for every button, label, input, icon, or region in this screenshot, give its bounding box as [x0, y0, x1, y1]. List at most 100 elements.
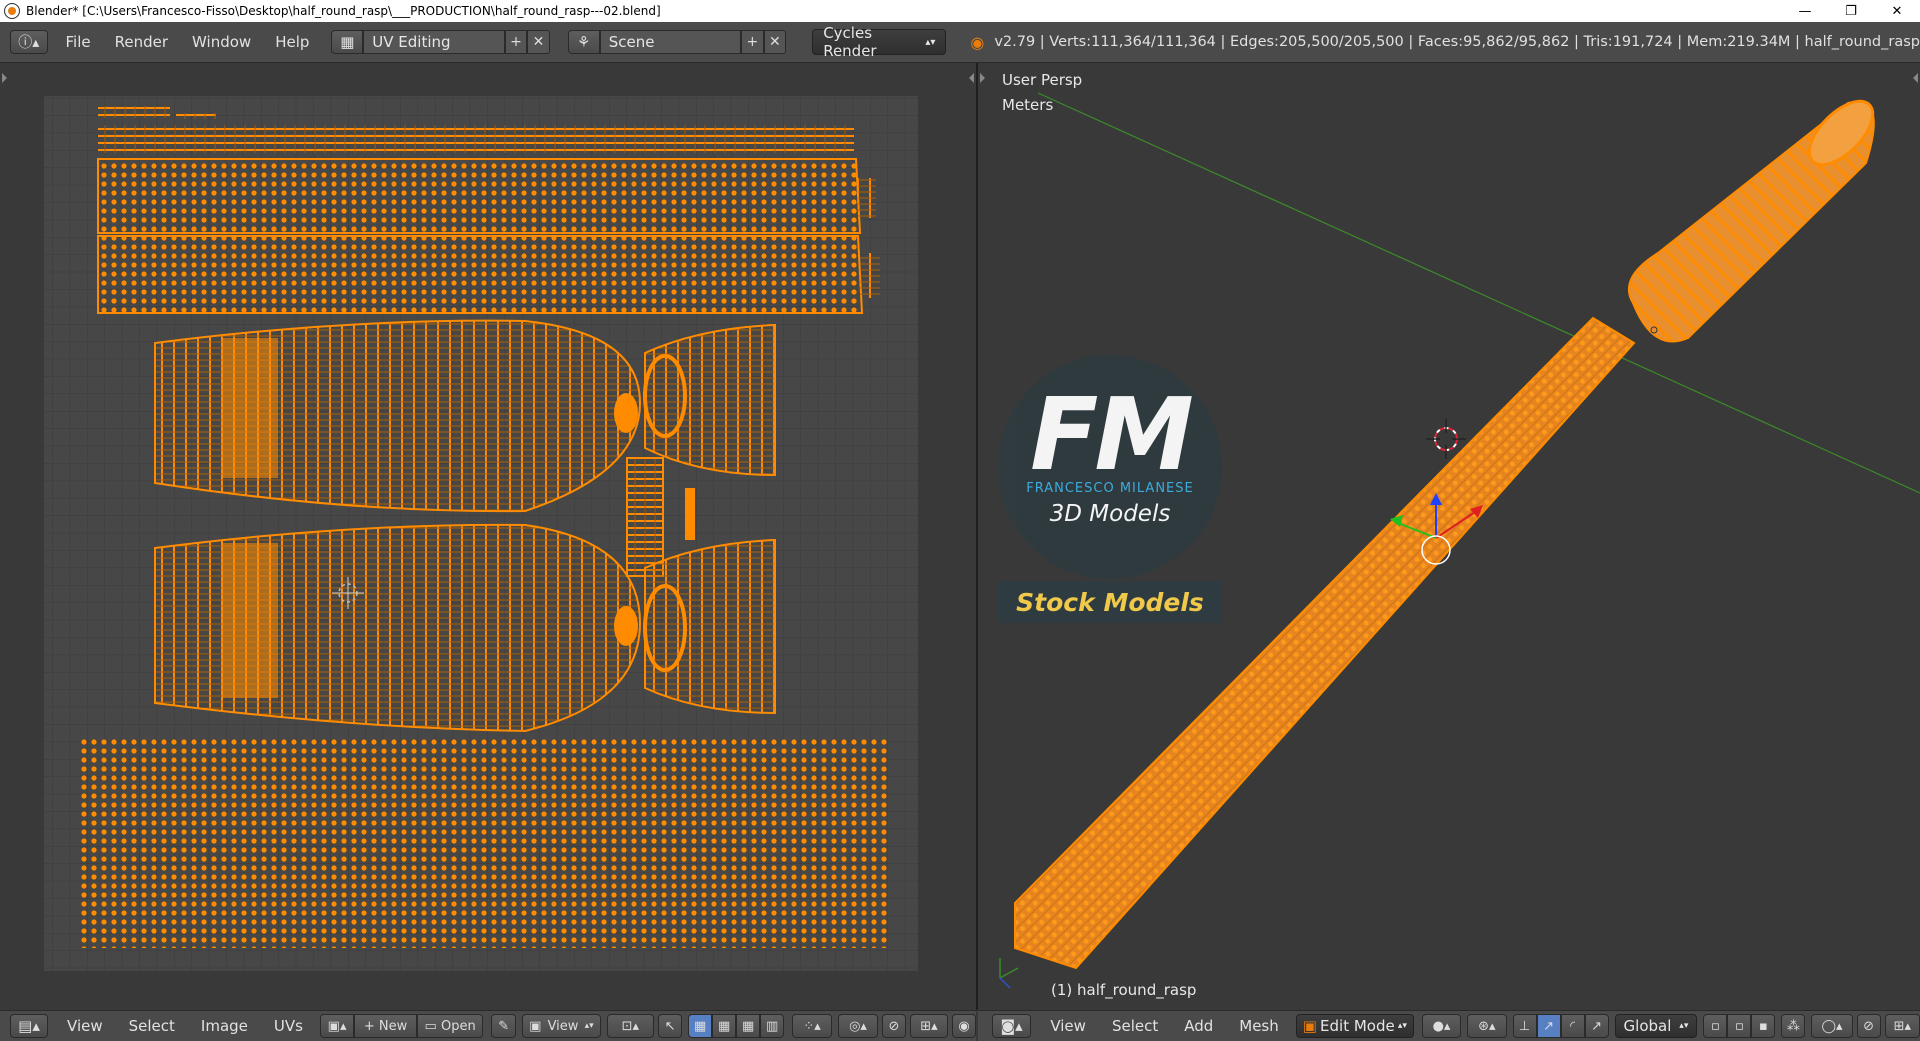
uv-island — [176, 113, 216, 119]
image-browse-button[interactable]: ▣▴ — [319, 1014, 355, 1038]
menu-help[interactable]: Help — [263, 22, 321, 62]
layout-grid-icon: ▦ — [340, 33, 355, 51]
uv-island — [222, 338, 278, 478]
uv-view-mode-dropdown[interactable]: ▣ View ▴▾ — [522, 1014, 601, 1038]
pivot-point-dropdown[interactable]: ⊛▴ — [1467, 1014, 1507, 1038]
3d-viewport[interactable]: FM FRANCESCO MILANESE 3D Models Stock Mo… — [978, 63, 1920, 1010]
sync-selection-button[interactable]: ↖ — [658, 1014, 683, 1038]
uv-canvas[interactable] — [0, 63, 976, 1010]
region-toggle-right[interactable] — [1908, 73, 1918, 83]
screen-layout-name: UV Editing — [372, 33, 451, 51]
info-icon: ⓘ▴ — [18, 35, 40, 51]
pin-button[interactable]: ✎ — [491, 1014, 517, 1038]
sticky-mode-dropdown[interactable]: ⁘▴ — [792, 1014, 833, 1038]
island-select-button[interactable]: ▥ — [760, 1014, 785, 1038]
snap-element-dropdown[interactable]: ⊞▴ — [909, 1014, 948, 1038]
editor-type-uv-button[interactable]: ▤▴ — [10, 1014, 49, 1038]
uv-image-editor[interactable] — [0, 63, 976, 1010]
face-select-icon: ▪ — [1758, 1018, 1768, 1034]
delete-scene-button[interactable]: ✕ — [763, 30, 787, 54]
transform-orientation-dropdown[interactable]: Global ▴▾ — [1614, 1014, 1698, 1038]
menu-window[interactable]: Window — [180, 22, 263, 62]
proportional-edit-dropdown[interactable]: ◯▴ — [1811, 1014, 1853, 1038]
updown-arrow-icon: ▴▾ — [1397, 1021, 1407, 1031]
updown-arrow-icon: ▴▾ — [925, 36, 936, 48]
menu-render[interactable]: Render — [103, 22, 180, 62]
rotate-manipulator-button[interactable]: ◜ — [1560, 1014, 1585, 1038]
close-button[interactable]: ✕ — [1874, 0, 1920, 22]
vertex-select-mode-button[interactable]: ▫ — [1703, 1014, 1728, 1038]
render-engine-dropdown[interactable]: Cycles Render ▴▾ — [812, 24, 947, 60]
edge-select-mode-button[interactable]: ▫ — [1727, 1014, 1752, 1038]
open-image-button[interactable]: ▭ Open — [416, 1014, 484, 1038]
window-title: Blender* [C:\Users\Francesco-Fisso\Deskt… — [26, 4, 661, 18]
add-screen-button[interactable]: + — [504, 30, 528, 54]
proportional-edit-dropdown[interactable]: ◎▴ — [838, 1014, 878, 1038]
face-select-icon: ▦ — [741, 1018, 755, 1034]
viewport-menu-add[interactable]: Add — [1171, 1017, 1226, 1035]
translate-manipulator-button[interactable]: ↗ — [1536, 1014, 1561, 1038]
uv-view-mode-label: View — [547, 1018, 579, 1034]
uv-menu-select[interactable]: Select — [116, 1017, 188, 1035]
shading-dropdown[interactable]: ●▴ — [1421, 1014, 1462, 1038]
uv-menu-view[interactable]: View — [54, 1017, 116, 1035]
viewport-menu-mesh[interactable]: Mesh — [1226, 1017, 1292, 1035]
new-image-button[interactable]: + New — [354, 1014, 417, 1038]
island-select-icon: ▥ — [765, 1018, 779, 1034]
uv-editor-header: ▤▴ View Select Image UVs ▣▴ + New ▭ Open… — [0, 1010, 976, 1041]
watermark-brand: FRANCESCO MILANESE — [1026, 481, 1194, 496]
uv-more-button[interactable]: ◉ — [952, 1014, 976, 1038]
uv-island — [858, 178, 876, 218]
uv-island — [222, 543, 278, 698]
x-icon: ✕ — [769, 34, 781, 50]
blender-logo-icon — [4, 3, 20, 19]
editor-type-info-button[interactable]: ⓘ▴ — [10, 30, 48, 54]
uv-menu-uvs[interactable]: UVs — [261, 1017, 316, 1035]
region-toggle-left[interactable] — [2, 73, 12, 83]
render-engine-label: Cycles Render — [823, 24, 877, 60]
snap-toggle-button[interactable]: ⊘ — [1856, 1014, 1881, 1038]
updown-arrow-icon: ▴▾ — [584, 1021, 594, 1031]
face-select-mode-button[interactable]: ▪ — [1751, 1014, 1776, 1038]
cube-icon: ◙▴ — [1000, 1017, 1023, 1035]
scene-stats: v2.79 | Verts:111,364/111,364 | Edges:20… — [994, 34, 1920, 50]
scale-manipulator-button[interactable]: ↗ — [1584, 1014, 1609, 1038]
menu-file[interactable]: File — [54, 22, 103, 62]
uv-menu-image[interactable]: Image — [188, 1017, 261, 1035]
viewport-menu-select[interactable]: Select — [1099, 1017, 1171, 1035]
region-toggle-left[interactable] — [980, 73, 990, 83]
snap-toggle-button[interactable]: ⊘ — [881, 1014, 906, 1038]
scene-selector[interactable]: ⚘ — [567, 30, 600, 54]
proportional-icon: ◎▴ — [849, 1018, 867, 1034]
viewport-menu-view[interactable]: View — [1037, 1017, 1099, 1035]
uv-island — [80, 738, 888, 948]
settings-icon: ◉ — [958, 1018, 970, 1034]
folder-icon: ▭ — [424, 1018, 441, 1034]
watermark-line2: 3D Models — [1049, 501, 1171, 527]
screen-layout-field[interactable]: UV Editing — [363, 30, 505, 54]
snap-element-dropdown[interactable]: ⊞▴ — [1884, 1014, 1920, 1038]
add-scene-button[interactable]: + — [741, 30, 764, 54]
uv-island — [97, 235, 864, 314]
face-select-button[interactable]: ▦ — [736, 1014, 761, 1038]
watermark-stock: Stock Models — [998, 581, 1222, 623]
manipulator-toggle-button[interactable]: ⊥ — [1512, 1014, 1537, 1038]
screen-layout-selector[interactable]: ▦ — [331, 30, 364, 54]
pin-icon: ✎ — [498, 1018, 510, 1034]
interaction-mode-dropdown[interactable]: ▣ Edit Mode ▴▾ — [1295, 1014, 1414, 1038]
restore-button[interactable]: ❐ — [1828, 0, 1874, 22]
vertex-select-button[interactable]: ▦ — [688, 1014, 713, 1038]
uv-island — [98, 125, 854, 153]
scene-field[interactable]: Scene — [599, 30, 742, 54]
uv-island — [626, 457, 664, 577]
minimize-button[interactable]: — — [1782, 0, 1828, 22]
edge-select-button[interactable]: ▦ — [712, 1014, 737, 1038]
uv-island — [97, 158, 862, 234]
delete-screen-button[interactable]: ✕ — [527, 30, 550, 54]
x-icon: ✕ — [532, 34, 545, 50]
limit-selection-button[interactable]: ⁂ — [1781, 1014, 1806, 1038]
pivot-dropdown[interactable]: ⊡▴ — [606, 1014, 655, 1038]
editor-type-3d-button[interactable]: ◙▴ — [992, 1014, 1032, 1038]
region-toggle-right[interactable] — [964, 73, 974, 83]
vertex-select-icon: ▦ — [693, 1018, 707, 1034]
